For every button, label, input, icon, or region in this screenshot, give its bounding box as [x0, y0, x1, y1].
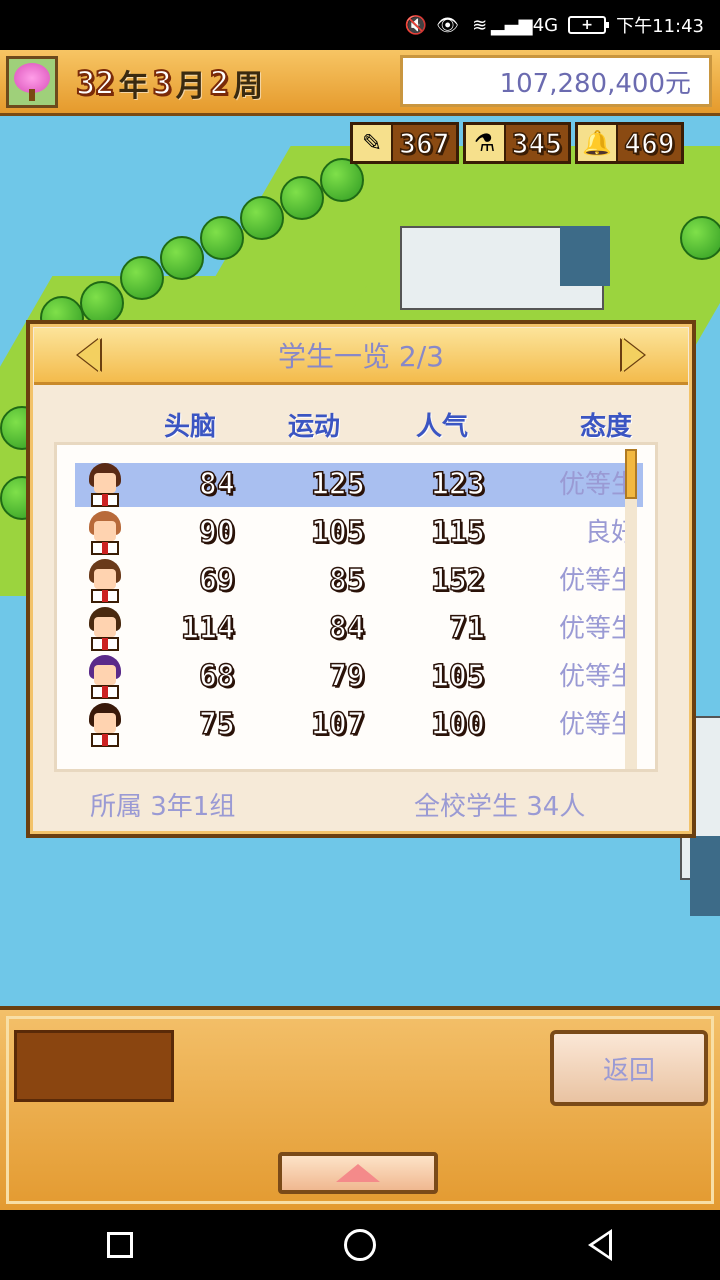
- student-portrait: [85, 559, 125, 603]
- student-portrait: [85, 655, 125, 699]
- student-popularity: 115: [430, 514, 486, 551]
- resource-flask: ⚗ 345: [462, 122, 572, 164]
- wifi-icon: ≋: [472, 14, 488, 36]
- student-row[interactable]: 75 107 100 优等生: [75, 703, 643, 747]
- circle-icon: [344, 1229, 376, 1261]
- student-brain: 114: [180, 610, 236, 647]
- scrollbar[interactable]: [625, 449, 637, 769]
- student-sport: 85: [328, 562, 366, 599]
- info-slot: [14, 1030, 174, 1102]
- game-date: 32 年 3 月 2 周: [75, 58, 264, 108]
- student-sport: 84: [328, 610, 366, 647]
- student-attitude: 优等生: [558, 614, 637, 644]
- student-popularity: 71: [448, 610, 486, 647]
- student-popularity: 105: [430, 658, 486, 695]
- column-header-popularity[interactable]: 人气: [416, 406, 468, 442]
- status-bar: 🔇 👁 ≋ ▂▄▆ 4G + 下午11:43: [0, 0, 720, 50]
- student-attitude: 优等生: [558, 662, 637, 692]
- student-attitude: 优等生: [558, 566, 637, 596]
- resource-bell: 🔔 469: [575, 122, 684, 164]
- student-attitude: 优等生: [558, 470, 637, 500]
- triangle-back-icon: [588, 1229, 612, 1261]
- panel-header: 学生一览 2/3: [34, 328, 688, 385]
- student-list: 84 125 123 优等生 90 105 115 良好 69 85 152 优等生 114 84 71 优等…: [54, 442, 658, 772]
- money-display: 107,280,400元: [400, 55, 712, 107]
- student-sport: 107: [310, 706, 366, 743]
- bell-icon: 🔔: [578, 125, 619, 161]
- week-unit: 周: [233, 69, 264, 104]
- student-brain: 69: [198, 562, 236, 599]
- student-sport: 125: [310, 466, 366, 503]
- student-portrait: [85, 607, 125, 651]
- scroll-thumb[interactable]: [625, 449, 637, 499]
- recents-button[interactable]: [90, 1215, 150, 1275]
- panel-title: 学生一览 2/3: [278, 340, 444, 373]
- chevron-up-icon: [336, 1164, 380, 1182]
- column-header-brain[interactable]: 头脑: [164, 406, 216, 442]
- eye-icon: 👁: [436, 14, 460, 36]
- pencil-icon: ✎: [353, 125, 393, 161]
- student-popularity: 123: [430, 466, 486, 503]
- student-attitude: 良好: [584, 518, 637, 548]
- chevron-right-icon: [622, 338, 644, 372]
- student-portrait: [85, 511, 125, 555]
- top-bar: 32 年 3 月 2 周 107,280,400元: [0, 50, 720, 116]
- student-sport: 79: [328, 658, 366, 695]
- student-popularity: 100: [430, 706, 486, 743]
- expand-menu-button[interactable]: [278, 1152, 438, 1194]
- resource-pencil: ✎ 367: [350, 122, 459, 164]
- prev-page-button[interactable]: [78, 336, 108, 374]
- signal-text: 4G: [532, 14, 559, 36]
- week-value: 2: [209, 63, 230, 103]
- student-row[interactable]: 84 125 123 优等生: [75, 463, 643, 507]
- student-brain: 68: [198, 658, 236, 695]
- year-unit: 年: [118, 69, 149, 104]
- student-row[interactable]: 68 79 105 优等生: [75, 655, 643, 699]
- student-brain: 90: [198, 514, 236, 551]
- battery-icon: +: [568, 16, 610, 34]
- student-portrait: [85, 703, 125, 747]
- flask-icon: ⚗: [465, 125, 506, 161]
- student-attitude: 优等生: [558, 710, 637, 740]
- square-icon: [107, 1232, 133, 1258]
- student-list-panel: 学生一览 2/3 头脑 运动 人气 态度 84 125 123 优等生 90 105 115…: [26, 320, 696, 838]
- month-unit: 月: [175, 69, 206, 104]
- student-portrait: [85, 463, 125, 507]
- year-value: 32: [75, 63, 116, 103]
- cherry-tree-icon[interactable]: [6, 56, 58, 108]
- nav-back-button[interactable]: [570, 1215, 630, 1275]
- back-button[interactable]: 返回: [550, 1030, 708, 1106]
- student-row[interactable]: 90 105 115 良好: [75, 511, 643, 555]
- next-page-button[interactable]: [614, 336, 644, 374]
- student-sport: 105: [310, 514, 366, 551]
- student-brain: 75: [198, 706, 236, 743]
- clock: 下午11:43: [616, 16, 704, 37]
- column-header-sport[interactable]: 运动: [288, 406, 340, 442]
- bottom-bar: 返回: [0, 1006, 720, 1210]
- chevron-left-icon: [78, 338, 100, 372]
- mute-icon: 🔇: [404, 14, 427, 36]
- home-button[interactable]: [330, 1215, 390, 1275]
- student-brain: 84: [198, 466, 236, 503]
- month-value: 3: [152, 63, 173, 103]
- resource-counters: ✎ 367 ⚗ 345 🔔 469: [350, 122, 684, 164]
- system-nav-bar: [0, 1210, 720, 1280]
- signal-icon: ▂▄▆: [490, 14, 533, 36]
- total-students-label: 全校学生 34人: [414, 792, 586, 822]
- student-row[interactable]: 114 84 71 优等生: [75, 607, 643, 651]
- column-header-attitude[interactable]: 态度: [580, 406, 632, 442]
- class-label: 所属 3年1组: [90, 792, 236, 822]
- student-row[interactable]: 69 85 152 优等生: [75, 559, 643, 603]
- student-popularity: 152: [430, 562, 486, 599]
